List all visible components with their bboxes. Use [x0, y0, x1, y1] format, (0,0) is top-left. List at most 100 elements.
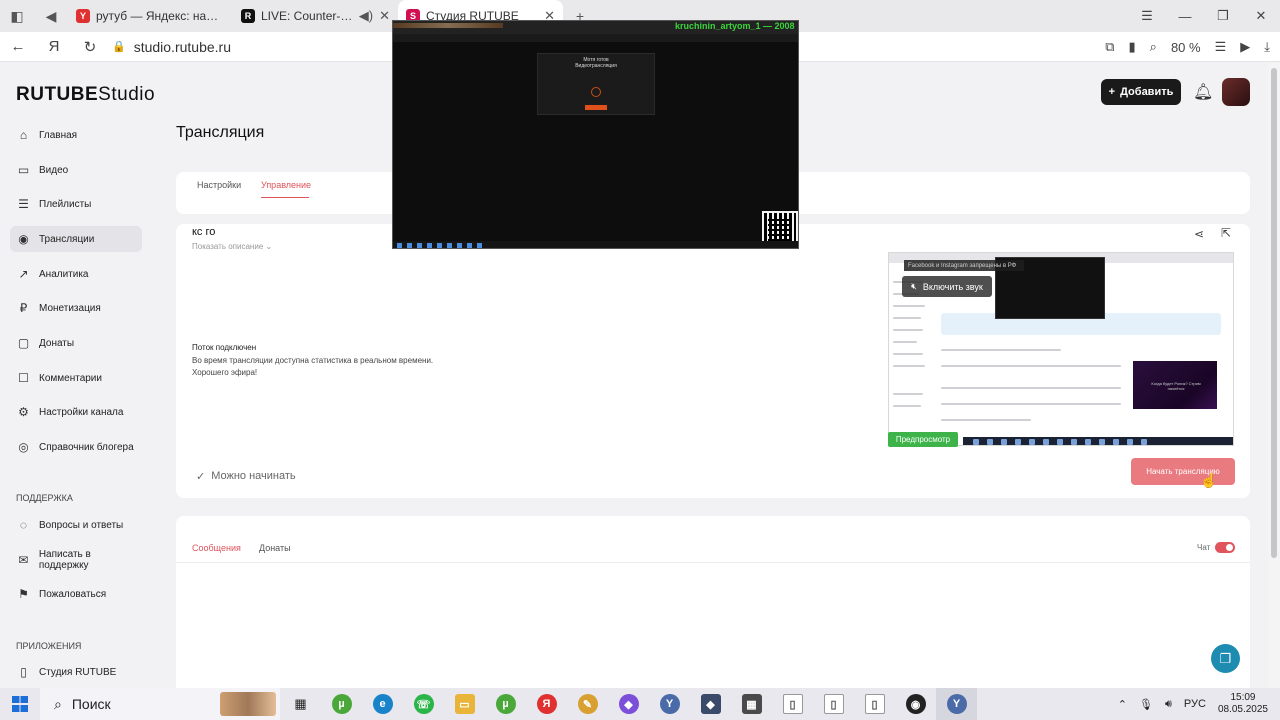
sidebar-item-playlists[interactable]: ☰ Плейлисты [10, 191, 142, 217]
language-indicator[interactable]: РУС [1184, 698, 1206, 710]
sidebar-toggle-icon[interactable]: ◧ [0, 0, 34, 32]
yandex-favicon-icon: Y [76, 9, 90, 23]
utorrent-icon[interactable]: µ [485, 688, 526, 720]
search-icon: ⌕ [54, 695, 62, 712]
screen-capture-window[interactable]: kruchinin_artyom_1 — 2008 Мотя готов Виде… [392, 20, 799, 249]
close-tab-icon[interactable]: ✕ [379, 8, 390, 24]
open-external-icon[interactable]: ⇱ [1221, 226, 1231, 240]
chevron-up-icon[interactable]: ⌃ [1118, 698, 1127, 711]
download-icon[interactable]: ⤓ [1264, 39, 1270, 55]
browser-tab[interactable]: R LIVE: Counter-Strike ◀) ✕ [233, 0, 398, 32]
sidebar-item-home[interactable]: ⌂ Главная [10, 122, 142, 148]
taskbar-search[interactable]: ⌕ Поиск [40, 688, 280, 720]
tab-messages[interactable]: Сообщения [192, 543, 241, 553]
rutube-studio-logo[interactable]: RUTUBEStudio [16, 84, 155, 106]
extensions-icon[interactable]: ⧉ [1105, 39, 1114, 55]
chat-toggle[interactable] [1215, 542, 1235, 553]
tab-management[interactable]: Управление [261, 180, 311, 190]
rutube-favicon-icon: R [241, 9, 255, 23]
start-button[interactable] [0, 688, 40, 720]
sidebar-item-write-support[interactable]: ✉ Написать в поддержку [10, 547, 142, 573]
sidebar-item-blogger-guide[interactable]: ◎ Справочник блогера [10, 434, 142, 460]
broadcast-icon: ◉ [18, 232, 29, 246]
sidebar-item-broadcasts[interactable]: ◉ Трансляции [10, 226, 142, 252]
sidebar-item-comments[interactable]: ☐ Комментарии [10, 365, 142, 391]
sidebar-item-label: Монетизация [39, 302, 101, 314]
yandex-icon[interactable]: Я [36, 38, 72, 55]
search-placeholder: Поиск [71, 696, 111, 712]
microphone-icon[interactable]: 🎙︎ [1139, 698, 1153, 711]
url-field[interactable]: 🔒 studio.rutube.ru [112, 39, 231, 55]
sidebar-item-video[interactable]: ▭ Видео [10, 157, 142, 183]
sidebar-item-analytics[interactable]: ↗ Аналитика [10, 261, 142, 287]
sidebar-item-monetization[interactable]: ₽ Монетизация [10, 295, 142, 321]
add-button-label: Добавить [1120, 86, 1174, 98]
mouse-cursor-icon: ☝ [1200, 472, 1218, 488]
add-button[interactable]: + Добавить [1101, 79, 1181, 105]
app-icon[interactable]: ◆ [690, 688, 731, 720]
task-view-icon[interactable]: ▦ [280, 688, 321, 720]
share-icon[interactable]: ⋖ [1194, 227, 1204, 241]
droplet-icon[interactable]: ◆ [608, 688, 649, 720]
analytics-icon: ↗ [18, 267, 29, 281]
yandex-browser-icon[interactable]: Y [649, 688, 690, 720]
windows-taskbar: ⌕ Поиск ▦ µ e ☏ ▭ µ Я ✎ ◆ Y ◆ ▦ ▯ ▯ ▯ ◉ … [0, 688, 1280, 720]
menu-icon[interactable]: ☰ [1128, 0, 1166, 32]
browser-tab[interactable]: Y рутуб — Яндекс: нашлось [68, 0, 233, 32]
sidebar-item-label: Вопросы и ответы [39, 519, 124, 531]
back-icon[interactable]: ← [0, 38, 36, 55]
lock-icon: 🔒 [112, 41, 126, 53]
restore-icon[interactable]: ❐ [1204, 0, 1242, 32]
sidebar-item-report[interactable]: ⚑ Пожаловаться [10, 581, 142, 607]
scrollbar-thumb[interactable] [1271, 68, 1277, 558]
clock[interactable]: 15:09 08.05.2025 [1218, 692, 1268, 716]
unmute-button[interactable]: 🔇︎ Включить звук [902, 276, 992, 297]
avatar[interactable] [1222, 78, 1250, 106]
bookmark-icon[interactable]: ▮ [1129, 39, 1136, 55]
show-description-label: Показать описание [192, 242, 264, 251]
obs-icon[interactable]: ◉ [895, 688, 936, 720]
document-icon[interactable]: ▯ [772, 688, 813, 720]
show-description-link[interactable]: Показать описание ⌄ [192, 242, 272, 251]
book-icon: ◎ [18, 440, 29, 454]
yandex-icon[interactable]: Я [526, 688, 567, 720]
sidebar-item-channel-settings[interactable]: ⚙ Настройки канала [10, 399, 142, 425]
stream-title: кс го [192, 226, 216, 238]
document-icon[interactable]: ▯ [813, 688, 854, 720]
sidebar-item-label: Пожаловаться [39, 588, 107, 600]
minimize-icon[interactable]: — [1166, 0, 1204, 32]
sidebar-item-donations[interactable]: ▢ Донаты [10, 330, 142, 356]
file-explorer-icon[interactable]: ▭ [444, 688, 485, 720]
paint-icon[interactable]: ✎ [567, 688, 608, 720]
capture-spinner-icon [591, 87, 601, 97]
back-tab-icon[interactable]: ◀ [34, 0, 68, 32]
tab-settings[interactable]: Настройки [197, 180, 241, 190]
tab-donations[interactable]: Донаты [259, 543, 291, 553]
chat-support-icon[interactable]: ❐ [1211, 644, 1240, 673]
notifications-bell-icon[interactable]: 🔔︎ [1193, 82, 1213, 102]
preview-line [893, 365, 925, 367]
speaker-icon[interactable]: ◀) [359, 8, 373, 24]
utorrent-icon[interactable]: µ [321, 688, 362, 720]
close-window-icon[interactable]: ✕ [1242, 0, 1280, 32]
reload-icon[interactable]: ↻ [72, 38, 108, 56]
whatsapp-icon[interactable]: ☏ [403, 688, 444, 720]
edge-icon[interactable]: e [362, 688, 403, 720]
volume-icon[interactable]: 🔊︎ [1165, 698, 1172, 711]
capture-taskbar [393, 241, 798, 248]
calculator-icon[interactable]: ▦ [731, 688, 772, 720]
sidebar-item-faq[interactable]: ◌ Вопросы и ответы [10, 512, 142, 538]
preview-line [893, 353, 923, 355]
windows-logo-icon [12, 696, 28, 712]
reader-icon[interactable]: ☰ [1215, 39, 1227, 55]
zoom-icon[interactable]: ⌕ [1150, 39, 1157, 55]
sidebar-item-label: Написать в поддержку [38, 549, 91, 571]
sidebar-item-studio-app[interactable]: ▯ Студия RUTUBE [10, 659, 142, 685]
yandex-browser-active-icon[interactable]: Y [936, 688, 977, 720]
start-stream-button[interactable]: Начать трансляцию [1131, 458, 1235, 485]
video-icon[interactable]: ▶ [1240, 39, 1250, 55]
page-scrollbar[interactable] [1268, 62, 1280, 688]
zoom-level[interactable]: 80 % [1171, 40, 1201, 55]
monetization-icon: ₽ [19, 301, 28, 315]
document-icon[interactable]: ▯ [854, 688, 895, 720]
